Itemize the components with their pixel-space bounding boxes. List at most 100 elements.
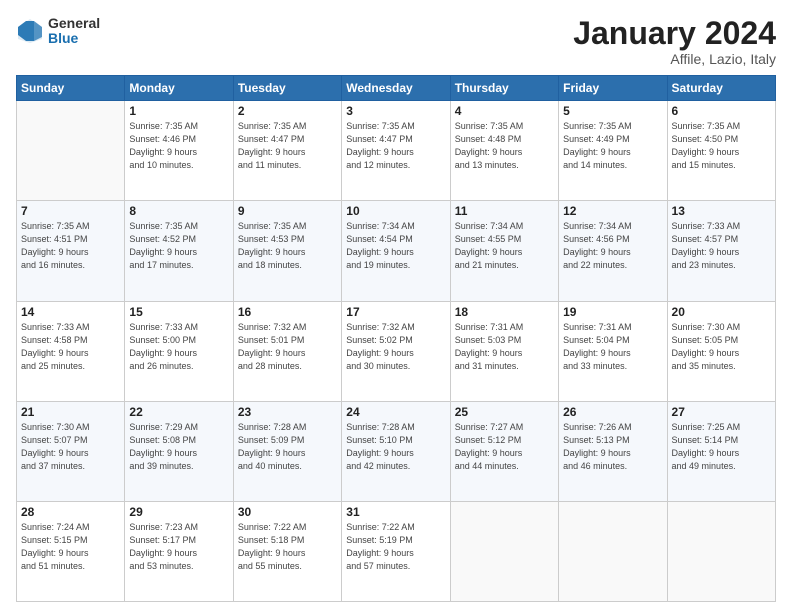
calendar-cell: 4 Sunrise: 7:35 AM Sunset: 4:48 PM Daylig… — [450, 101, 558, 201]
day-number: 7 — [21, 204, 120, 218]
title-block: January 2024 Affile, Lazio, Italy — [573, 16, 776, 67]
day-number: 20 — [672, 305, 771, 319]
calendar-cell: 12 Sunrise: 7:34 AM Sunset: 4:56 PM Dayli… — [559, 201, 667, 301]
day-info: Sunrise: 7:35 AM Sunset: 4:52 PM Dayligh… — [129, 220, 228, 272]
calendar-cell — [17, 101, 125, 201]
day-number: 30 — [238, 505, 337, 519]
day-number: 12 — [563, 204, 662, 218]
calendar-cell: 29Sunrise: 7:23 AM Sunset: 5:17 PM Dayli… — [125, 501, 233, 601]
calendar-week-row: 21Sunrise: 7:30 AM Sunset: 5:07 PM Dayli… — [17, 401, 776, 501]
day-info: Sunrise: 7:35 AM Sunset: 4:47 PM Dayligh… — [346, 120, 445, 172]
day-number: 24 — [346, 405, 445, 419]
day-info: Sunrise: 7:35 AM Sunset: 4:48 PM Dayligh… — [455, 120, 554, 172]
day-info: Sunrise: 7:24 AM Sunset: 5:15 PM Dayligh… — [21, 521, 120, 573]
day-info: Sunrise: 7:33 AM Sunset: 4:57 PM Dayligh… — [672, 220, 771, 272]
calendar-cell: 24 Sunrise: 7:28 AM Sunset: 5:10 PM Dayli… — [342, 401, 450, 501]
calendar-cell: 13 Sunrise: 7:33 AM Sunset: 4:57 PM Dayli… — [667, 201, 775, 301]
day-info: Sunrise: 7:25 AM Sunset: 5:14 PM Dayligh… — [672, 421, 771, 473]
calendar-cell: 6Sunrise: 7:35 AM Sunset: 4:50 PM Daylig… — [667, 101, 775, 201]
day-info: Sunrise: 7:28 AM Sunset: 5:09 PM Dayligh… — [238, 421, 337, 473]
day-info: Sunrise: 7:29 AM Sunset: 5:08 PM Dayligh… — [129, 421, 228, 473]
calendar-cell: 26 Sunrise: 7:26 AM Sunset: 5:13 PM Dayli… — [559, 401, 667, 501]
calendar-cell: 1 Sunrise: 7:35 AM Sunset: 4:46 PM Daylig… — [125, 101, 233, 201]
day-number: 8 — [129, 204, 228, 218]
header: General Blue January 2024 Affile, Lazio,… — [16, 16, 776, 67]
day-info: Sunrise: 7:28 AM Sunset: 5:10 PM Dayligh… — [346, 421, 445, 473]
calendar-header-friday: Friday — [559, 76, 667, 101]
day-number: 28 — [21, 505, 120, 519]
day-number: 27 — [672, 405, 771, 419]
day-number: 26 — [563, 405, 662, 419]
calendar-header-monday: Monday — [125, 76, 233, 101]
calendar-header-row: SundayMondayTuesdayWednesdayThursdayFrid… — [17, 76, 776, 101]
day-number: 3 — [346, 104, 445, 118]
day-info: Sunrise: 7:30 AM Sunset: 5:05 PM Dayligh… — [672, 321, 771, 373]
day-number: 6 — [672, 104, 771, 118]
calendar-cell: 16 Sunrise: 7:32 AM Sunset: 5:01 PM Dayli… — [233, 301, 341, 401]
calendar-cell: 28 Sunrise: 7:24 AM Sunset: 5:15 PM Dayli… — [17, 501, 125, 601]
calendar-week-row: 7 Sunrise: 7:35 AM Sunset: 4:51 PM Daylig… — [17, 201, 776, 301]
calendar-cell: 18 Sunrise: 7:31 AM Sunset: 5:03 PM Dayli… — [450, 301, 558, 401]
calendar-cell — [559, 501, 667, 601]
day-info: Sunrise: 7:35 AM Sunset: 4:47 PM Dayligh… — [238, 120, 337, 172]
day-number: 2 — [238, 104, 337, 118]
day-info: Sunrise: 7:22 AM Sunset: 5:19 PM Dayligh… — [346, 521, 445, 573]
day-info: Sunrise: 7:35 AM Sunset: 4:51 PM Dayligh… — [21, 220, 120, 272]
calendar-week-row: 1 Sunrise: 7:35 AM Sunset: 4:46 PM Daylig… — [17, 101, 776, 201]
day-info: Sunrise: 7:33 AM Sunset: 4:58 PM Dayligh… — [21, 321, 120, 373]
day-info: Sunrise: 7:22 AM Sunset: 5:18 PM Dayligh… — [238, 521, 337, 573]
day-number: 19 — [563, 305, 662, 319]
calendar-header-saturday: Saturday — [667, 76, 775, 101]
day-info: Sunrise: 7:26 AM Sunset: 5:13 PM Dayligh… — [563, 421, 662, 473]
day-info: Sunrise: 7:35 AM Sunset: 4:53 PM Dayligh… — [238, 220, 337, 272]
day-number: 17 — [346, 305, 445, 319]
day-number: 23 — [238, 405, 337, 419]
calendar-cell — [667, 501, 775, 601]
calendar-cell: 3 Sunrise: 7:35 AM Sunset: 4:47 PM Daylig… — [342, 101, 450, 201]
calendar-cell: 17Sunrise: 7:32 AM Sunset: 5:02 PM Dayli… — [342, 301, 450, 401]
calendar-cell: 31 Sunrise: 7:22 AM Sunset: 5:19 PM Dayli… — [342, 501, 450, 601]
day-info: Sunrise: 7:35 AM Sunset: 4:46 PM Dayligh… — [129, 120, 228, 172]
calendar-cell: 5 Sunrise: 7:35 AM Sunset: 4:49 PM Daylig… — [559, 101, 667, 201]
calendar-cell: 11Sunrise: 7:34 AM Sunset: 4:55 PM Dayli… — [450, 201, 558, 301]
calendar-cell: 30 Sunrise: 7:22 AM Sunset: 5:18 PM Dayli… — [233, 501, 341, 601]
day-info: Sunrise: 7:34 AM Sunset: 4:54 PM Dayligh… — [346, 220, 445, 272]
day-number: 29 — [129, 505, 228, 519]
title-location: Affile, Lazio, Italy — [573, 51, 776, 67]
day-number: 9 — [238, 204, 337, 218]
calendar-cell: 7 Sunrise: 7:35 AM Sunset: 4:51 PM Daylig… — [17, 201, 125, 301]
day-number: 31 — [346, 505, 445, 519]
calendar-cell: 9 Sunrise: 7:35 AM Sunset: 4:53 PM Daylig… — [233, 201, 341, 301]
logo: General Blue — [16, 16, 100, 47]
day-number: 21 — [21, 405, 120, 419]
logo-general: General — [48, 16, 100, 31]
day-number: 13 — [672, 204, 771, 218]
day-info: Sunrise: 7:34 AM Sunset: 4:56 PM Dayligh… — [563, 220, 662, 272]
day-number: 1 — [129, 104, 228, 118]
logo-text: General Blue — [48, 16, 100, 47]
calendar-header-sunday: Sunday — [17, 76, 125, 101]
calendar-cell: 25 Sunrise: 7:27 AM Sunset: 5:12 PM Dayli… — [450, 401, 558, 501]
day-number: 18 — [455, 305, 554, 319]
calendar-cell: 21Sunrise: 7:30 AM Sunset: 5:07 PM Dayli… — [17, 401, 125, 501]
calendar-week-row: 14Sunrise: 7:33 AM Sunset: 4:58 PM Dayli… — [17, 301, 776, 401]
day-info: Sunrise: 7:35 AM Sunset: 4:49 PM Dayligh… — [563, 120, 662, 172]
day-info: Sunrise: 7:27 AM Sunset: 5:12 PM Dayligh… — [455, 421, 554, 473]
page: General Blue January 2024 Affile, Lazio,… — [0, 0, 792, 612]
calendar-cell: 19Sunrise: 7:31 AM Sunset: 5:04 PM Dayli… — [559, 301, 667, 401]
day-number: 16 — [238, 305, 337, 319]
day-number: 4 — [455, 104, 554, 118]
day-number: 5 — [563, 104, 662, 118]
calendar-header-wednesday: Wednesday — [342, 76, 450, 101]
logo-icon — [16, 17, 44, 45]
calendar-cell: 10 Sunrise: 7:34 AM Sunset: 4:54 PM Dayli… — [342, 201, 450, 301]
title-month: January 2024 — [573, 16, 776, 51]
day-number: 10 — [346, 204, 445, 218]
calendar-cell: 23 Sunrise: 7:28 AM Sunset: 5:09 PM Dayli… — [233, 401, 341, 501]
day-info: Sunrise: 7:31 AM Sunset: 5:03 PM Dayligh… — [455, 321, 554, 373]
logo-blue: Blue — [48, 31, 100, 46]
day-number: 25 — [455, 405, 554, 419]
day-number: 11 — [455, 204, 554, 218]
calendar-cell: 22Sunrise: 7:29 AM Sunset: 5:08 PM Dayli… — [125, 401, 233, 501]
day-info: Sunrise: 7:32 AM Sunset: 5:01 PM Dayligh… — [238, 321, 337, 373]
